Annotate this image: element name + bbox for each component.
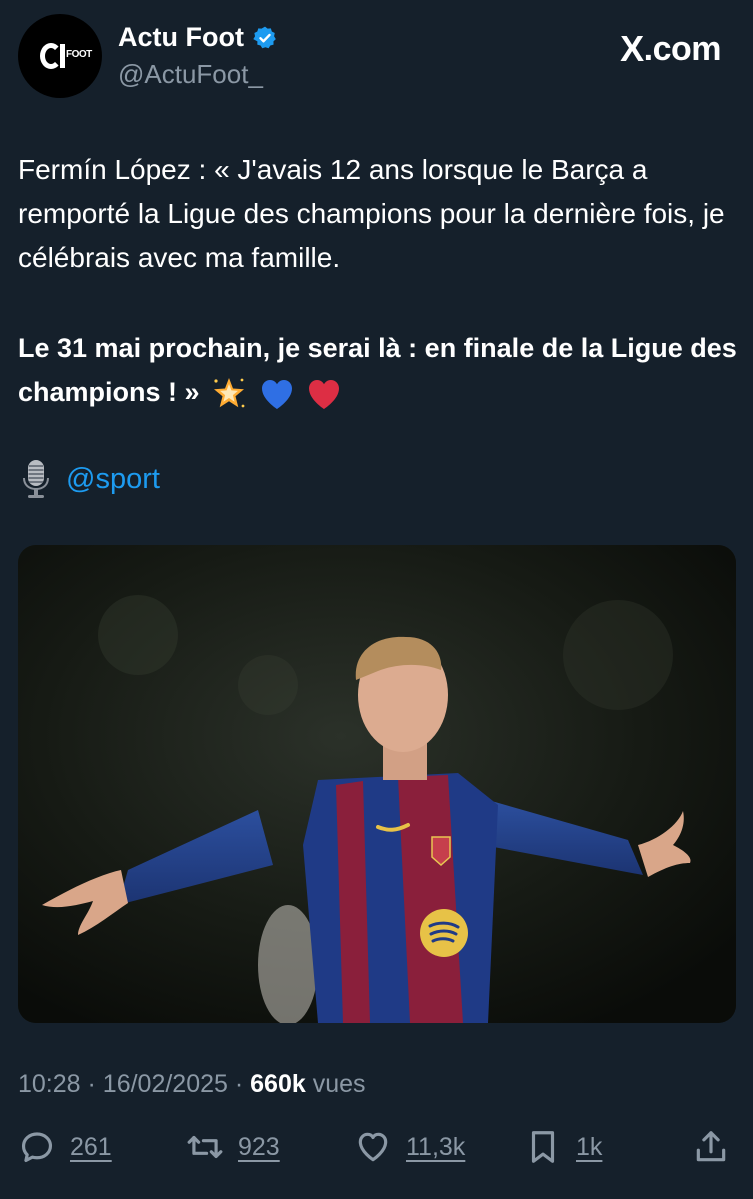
player-photo-image	[18, 545, 736, 1023]
like-count: 11,3k	[406, 1132, 466, 1161]
avatar[interactable]: FOOT	[18, 14, 102, 98]
sport-mention-link[interactable]: @sport	[66, 463, 160, 496]
site-label: X .com	[620, 28, 721, 70]
meta-separator: ·	[87, 1070, 96, 1098]
tweet-time[interactable]: 10:28	[18, 1070, 81, 1098]
bookmark-count: 1k	[576, 1132, 603, 1161]
author-block: Actu Foot @ActuFoot_	[118, 22, 278, 90]
share-button[interactable]	[692, 1128, 730, 1166]
bookmark-icon	[531, 1131, 555, 1163]
tweet-meta: 10:28 · 16/02/2025 · 660k vues	[18, 1070, 366, 1099]
tweet-text: Fermín López : « J'avais 12 ans lorsque …	[18, 154, 725, 273]
views-label: vues	[312, 1070, 366, 1098]
red-heart-icon	[309, 379, 340, 409]
glowing-star-icon	[214, 377, 245, 408]
tweet-photo[interactable]	[18, 545, 736, 1023]
reply-count: 261	[70, 1132, 112, 1161]
handle[interactable]: @ActuFoot_	[118, 59, 278, 90]
blue-heart-icon	[261, 379, 292, 409]
action-bar: 261 923 11,3k 1k	[18, 1128, 730, 1174]
share-icon	[696, 1131, 726, 1162]
tweet-bold-text: Le 31 mai prochain, je serai là : en fin…	[18, 326, 738, 414]
tweet-card: FOOT Actu Foot @ActuFoot_ X .com Fermín L…	[0, 0, 753, 1199]
reply-button[interactable]: 261	[18, 1128, 112, 1166]
actu-foot-logo: FOOT	[30, 36, 92, 76]
repost-button[interactable]: 923	[186, 1128, 280, 1166]
repost-count: 923	[238, 1132, 280, 1161]
like-button[interactable]: 11,3k	[354, 1128, 465, 1166]
site-domain: .com	[643, 29, 722, 68]
tweet-bold-line: Le 31 mai prochain, je serai là : en fin…	[18, 333, 737, 407]
reply-icon	[21, 1132, 53, 1163]
bookmark-button[interactable]: 1k	[524, 1128, 602, 1166]
microphone-icon	[23, 460, 49, 498]
display-name[interactable]: Actu Foot	[118, 22, 244, 53]
author-name-row[interactable]: Actu Foot	[118, 22, 278, 53]
heart-icon	[358, 1132, 388, 1162]
meta-separator: ·	[234, 1070, 244, 1098]
views-count: 660k	[250, 1070, 306, 1098]
tweet-date[interactable]: 16/02/2025	[103, 1070, 228, 1098]
repost-icon	[187, 1135, 223, 1159]
verified-badge-icon	[253, 26, 276, 48]
x-logo-icon: X	[620, 28, 644, 69]
credit-line: @sport	[20, 458, 160, 500]
